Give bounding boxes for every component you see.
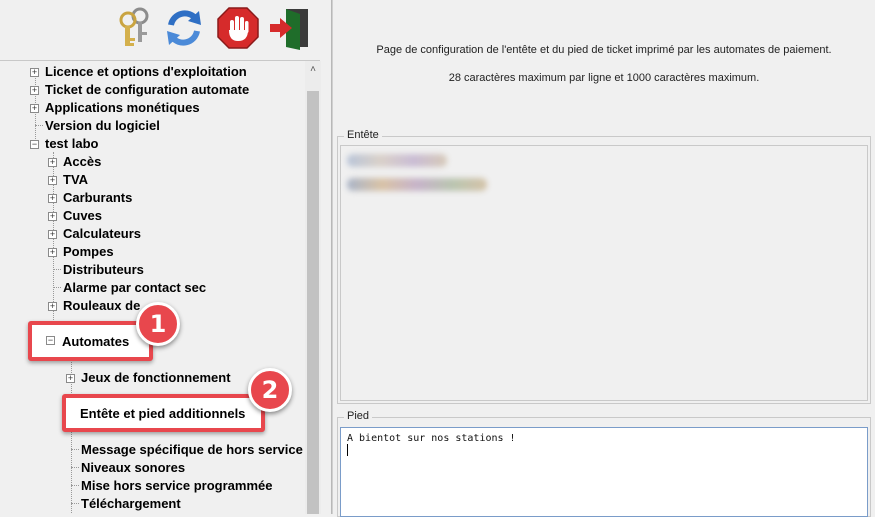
expand-icon[interactable]: + [30, 86, 39, 95]
stop-button[interactable] [216, 6, 260, 50]
exit-door-icon [270, 9, 308, 50]
expand-icon[interactable]: + [48, 176, 57, 185]
pied-textarea[interactable]: A bientot sur nos stations ! [340, 427, 868, 517]
tree-item-label: Version du logiciel [45, 118, 160, 133]
keys-icon [119, 7, 149, 46]
expand-icon[interactable]: + [48, 302, 57, 311]
tree-item-label: Ticket de configuration automate [45, 82, 250, 97]
pied-label: Pied [344, 410, 373, 422]
tree-item-label: Applications monétiques [45, 100, 200, 115]
expand-icon[interactable]: + [48, 194, 57, 203]
expand-icon[interactable]: + [48, 158, 57, 167]
tree-item-label: Jeux de fonctionnement [81, 370, 231, 385]
refresh-icon [167, 10, 201, 46]
navigation-panel: + Licence et options d'exploitation + Ti… [0, 0, 331, 514]
description-line-2: 28 caractères maximum par ligne et 1000 … [448, 72, 760, 84]
tree-item-label: Cuves [63, 208, 103, 223]
tree-item-label: Message spécifique de hors service [81, 442, 303, 457]
tree-item-label: TVA [63, 172, 89, 187]
exit-button[interactable] [268, 6, 312, 50]
tree-item-label: Mise hors service programmée [81, 478, 273, 493]
collapse-icon[interactable]: − [46, 336, 55, 345]
expand-icon[interactable]: + [48, 212, 57, 221]
tree-item-label: Distributeurs [63, 262, 144, 277]
tree-item-label: test labo [45, 136, 99, 151]
description-line-1: Page de configuration de l'entête et du … [376, 44, 832, 56]
tree-item-label: Alarme par contact sec [63, 280, 207, 295]
tree-scrollbar[interactable]: ˄ [305, 61, 321, 514]
pied-text: A bientot sur nos stations ! [347, 433, 516, 444]
callout-2: 2 [248, 368, 292, 412]
tree-item-label: Pompes [63, 244, 114, 259]
tree-item-label: Téléchargement [81, 496, 181, 511]
text-caret [347, 444, 348, 456]
refresh-button[interactable] [162, 6, 206, 50]
tree-item-entete-pied[interactable]: Entête et pied additionnels [80, 405, 245, 423]
callout-1: 1 [136, 302, 180, 346]
entete-label: Entête [344, 129, 382, 141]
tree-item-label: Carburants [63, 190, 133, 205]
pied-groupbox: Pied A bientot sur nos stations ! [337, 410, 871, 517]
highlight-automates[interactable]: − Automates [28, 321, 153, 361]
toolbar [0, 0, 331, 57]
expand-icon[interactable]: + [30, 68, 39, 77]
tree-item-label: Accès [63, 154, 102, 169]
entete-textarea[interactable] [340, 145, 868, 401]
expand-icon[interactable]: + [48, 248, 57, 257]
tree-item-label: Niveaux sonores [81, 460, 186, 475]
tree-item-label: Calculateurs [63, 226, 142, 241]
expand-icon[interactable]: + [30, 104, 39, 113]
settings-tree: + Licence et options d'exploitation + Ti… [0, 60, 320, 514]
stop-hand-icon [217, 7, 259, 49]
entete-groupbox: Entête [337, 129, 871, 404]
collapse-icon[interactable]: − [30, 140, 39, 149]
highlight-entete-pied[interactable]: Entête et pied additionnels [62, 394, 265, 432]
expand-icon[interactable]: + [48, 230, 57, 239]
main-content: Page de configuration de l'entête et du … [333, 0, 875, 517]
tree-item-automates[interactable]: Automates [62, 333, 129, 351]
scroll-up-arrow-icon[interactable]: ˄ [305, 61, 321, 79]
scroll-thumb[interactable] [307, 91, 319, 514]
expand-icon[interactable]: + [66, 374, 75, 383]
keys-button[interactable] [112, 6, 156, 50]
tree-item-label: Licence et options d'exploitation [45, 64, 247, 79]
